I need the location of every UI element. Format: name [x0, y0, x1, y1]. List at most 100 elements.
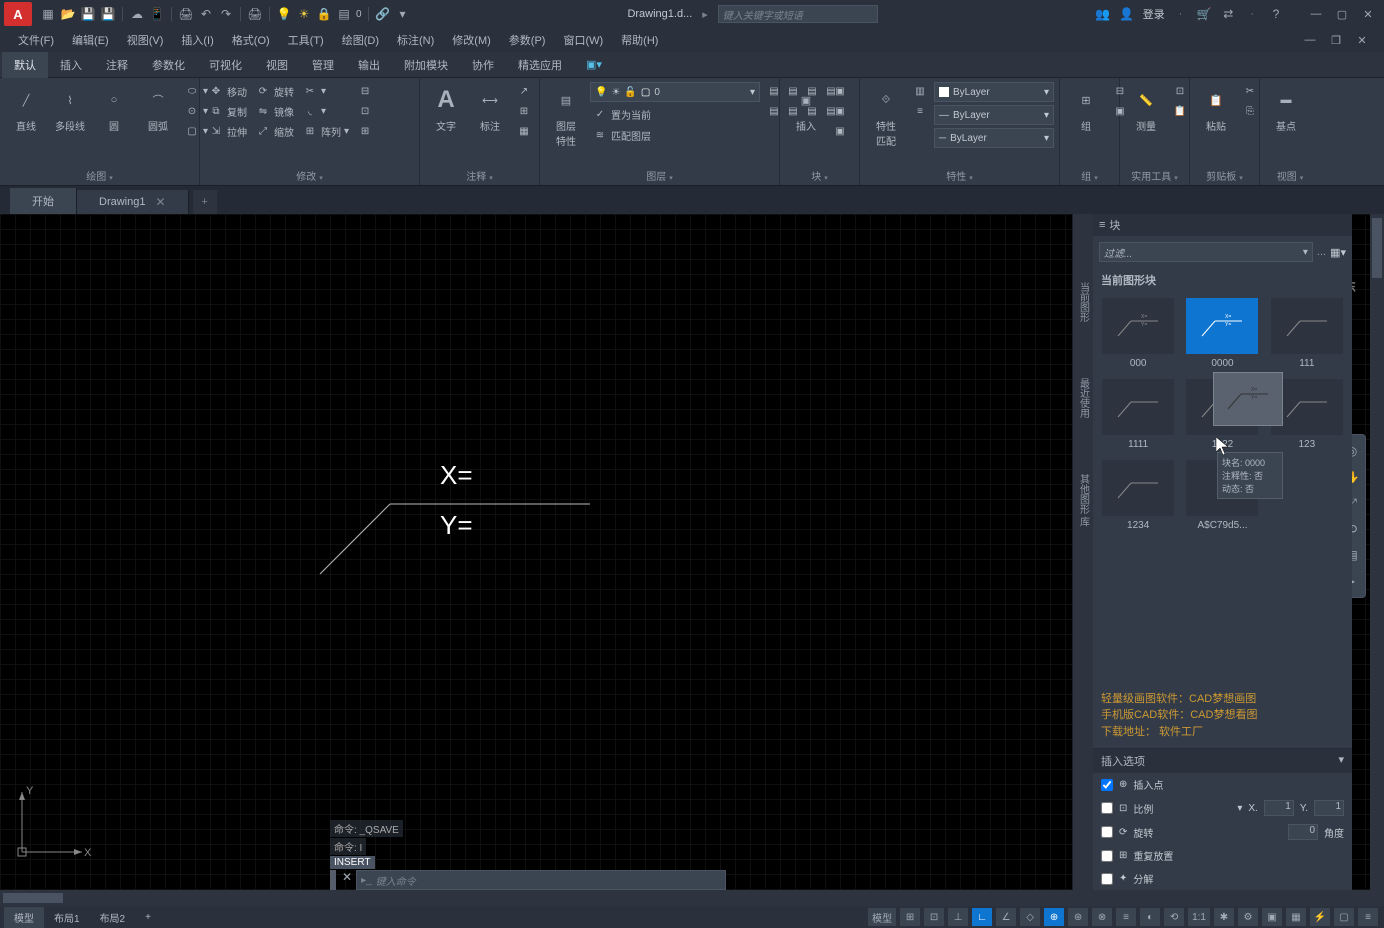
palette-filter-extra[interactable]: ...: [1317, 246, 1326, 258]
anno-extra[interactable]: ▦: [514, 122, 534, 140]
insert-block-button[interactable]: ▣插入: [786, 82, 826, 135]
cmd-handle[interactable]: [330, 870, 336, 890]
opt-insert-point[interactable]: ⊕插入点: [1093, 773, 1352, 796]
status-ortho-icon[interactable]: ∟: [972, 908, 992, 926]
new-icon[interactable]: ▦: [40, 6, 56, 22]
panel-utils-label[interactable]: 实用工具: [1126, 166, 1183, 185]
clip-tool-1[interactable]: ✂: [1240, 82, 1260, 100]
close-doc-icon[interactable]: ✕: [155, 195, 165, 209]
ribbon-tab-apps-icon[interactable]: ▣▾: [574, 53, 614, 76]
layer-icon[interactable]: ▤: [336, 6, 352, 22]
status-scale[interactable]: 1:1: [1188, 908, 1210, 926]
doc-restore-button[interactable]: ❐: [1324, 32, 1348, 48]
palette-view-icon[interactable]: ▦▾: [1330, 246, 1346, 259]
ribbon-tab-annotate[interactable]: 注释: [94, 52, 140, 78]
network-icon[interactable]: 👥: [1095, 6, 1111, 22]
exchange-icon[interactable]: ⇄: [1220, 6, 1236, 22]
ribbon-tab-view[interactable]: 视图: [254, 52, 300, 78]
layout-tab-add[interactable]: +: [135, 909, 161, 926]
save-icon[interactable]: 💾: [80, 6, 96, 22]
status-custom-icon[interactable]: ≡: [1358, 908, 1378, 926]
lock-icon[interactable]: 🔒: [316, 6, 332, 22]
saveas-icon[interactable]: 💾: [100, 6, 116, 22]
panel-clip-label[interactable]: 剪贴板: [1196, 166, 1253, 185]
insert-options-header[interactable]: 插入选项▾: [1093, 749, 1352, 773]
doc-tab-drawing1[interactable]: Drawing1✕: [77, 190, 189, 214]
vtab-current[interactable]: 当前图形: [1074, 274, 1093, 330]
palette-filter[interactable]: 过滤...▾: [1099, 242, 1313, 262]
ribbon-tab-default[interactable]: 默认: [2, 52, 48, 78]
layout-tab-model[interactable]: 模型: [4, 907, 44, 928]
leader-button[interactable]: ↗: [514, 82, 534, 100]
doc-minimize-button[interactable]: —: [1298, 32, 1322, 48]
search-input[interactable]: 键入关键字或短语: [718, 5, 878, 23]
print-icon[interactable]: 🖨: [247, 6, 263, 22]
opt-scale[interactable]: ⊡比例▾X.1Y.1: [1093, 796, 1352, 820]
block-tool-1[interactable]: ▣: [830, 82, 850, 100]
polyline-button[interactable]: ⌇多段线: [50, 82, 90, 135]
status-osnap-icon[interactable]: ⊕: [1044, 908, 1064, 926]
status-isolate-icon[interactable]: ▦: [1286, 908, 1306, 926]
share-icon[interactable]: 🔗: [375, 6, 391, 22]
ribbon-tab-output[interactable]: 输出: [346, 52, 392, 78]
menu-dimension[interactable]: 标注(N): [389, 30, 442, 50]
layer-selector[interactable]: 💡☀🔓▢0▾: [590, 82, 760, 102]
ribbon-tab-visualize[interactable]: 可视化: [197, 52, 254, 78]
modify-icon-1[interactable]: ⊟: [355, 82, 375, 100]
set-current-layer[interactable]: ✓置为当前: [590, 105, 760, 123]
status-iso-icon[interactable]: ◇: [1020, 908, 1040, 926]
dimension-button[interactable]: ⟷标注: [470, 82, 510, 135]
status-snap-icon[interactable]: ⊡: [924, 908, 944, 926]
menu-format[interactable]: 格式(O): [224, 30, 278, 50]
panel-block-label[interactable]: 块: [786, 166, 853, 185]
modify-icon-3[interactable]: ⊞: [355, 122, 375, 140]
status-clean-icon[interactable]: ▢: [1334, 908, 1354, 926]
ribbon-tab-manage[interactable]: 管理: [300, 52, 346, 78]
trim-button[interactable]: ✂▾: [300, 82, 351, 100]
mirror-button[interactable]: ⇋镜像: [253, 102, 296, 120]
block-item[interactable]: 111: [1268, 298, 1346, 369]
add-doc-tab[interactable]: +: [193, 190, 217, 214]
color-selector[interactable]: ByLayer▾: [934, 82, 1054, 102]
opt-explode[interactable]: ✦分解: [1093, 867, 1352, 890]
circle-button[interactable]: ○圆: [94, 82, 134, 135]
panel-modify-label[interactable]: 修改: [206, 166, 413, 185]
ribbon-tab-addins[interactable]: 附加模块: [392, 52, 460, 78]
status-lineweight-icon[interactable]: ≡: [1116, 908, 1136, 926]
prop-tool-1[interactable]: ▥: [910, 82, 930, 100]
panel-view-label[interactable]: 视图: [1266, 166, 1314, 185]
scrollbar-v[interactable]: [1370, 214, 1384, 890]
block-item[interactable]: 1111: [1099, 379, 1177, 450]
undo-icon[interactable]: ↶: [198, 6, 214, 22]
copy-button[interactable]: ⧉复制: [206, 102, 249, 120]
status-otrack-icon[interactable]: ⊗: [1092, 908, 1112, 926]
menu-edit[interactable]: 编辑(E): [64, 30, 117, 50]
mobile-save-icon[interactable]: 📱: [149, 6, 165, 22]
block-item[interactable]: X=Y=0000: [1183, 298, 1261, 369]
measure-button[interactable]: 📏测量: [1126, 82, 1166, 135]
stretch-button[interactable]: ⇲拉伸: [206, 122, 249, 140]
layer-props-button[interactable]: ▤图层 特性: [546, 82, 586, 150]
prop-tool-2[interactable]: ≡: [910, 102, 930, 120]
block-tool-2[interactable]: ▣: [830, 102, 850, 120]
group-button[interactable]: ⊞组: [1066, 82, 1106, 135]
block-item[interactable]: X=Y=000: [1099, 298, 1177, 369]
modify-icon-2[interactable]: ⊡: [355, 102, 375, 120]
ribbon-tab-parametric[interactable]: 参数化: [140, 52, 197, 78]
ribbon-tab-featured[interactable]: 精选应用: [506, 52, 574, 78]
user-icon[interactable]: 👤: [1119, 6, 1135, 22]
menu-draw[interactable]: 绘图(D): [334, 30, 387, 50]
status-grid-icon[interactable]: ⊞: [900, 908, 920, 926]
status-3dosnap-icon[interactable]: ⊛: [1068, 908, 1088, 926]
menu-insert[interactable]: 插入(I): [173, 30, 221, 50]
status-anno-icon[interactable]: ✱: [1214, 908, 1234, 926]
maximize-button[interactable]: ▢: [1330, 6, 1354, 22]
match-layer[interactable]: ≋匹配图层: [590, 126, 760, 144]
match-props-button[interactable]: ⟐特性 匹配: [866, 82, 906, 150]
layout-tab-2[interactable]: 布局2: [90, 907, 136, 928]
panel-layer-label[interactable]: 图层: [546, 166, 773, 185]
help-icon[interactable]: ?: [1268, 6, 1284, 22]
status-infer-icon[interactable]: ⊥: [948, 908, 968, 926]
drawing-viewport[interactable]: 北 南 东 西 上 WCS ◎ ✋ ⤢ ⟲ ▤ ▸ X= Y=: [0, 214, 1370, 890]
panel-annotate-label[interactable]: 注释: [426, 166, 533, 185]
